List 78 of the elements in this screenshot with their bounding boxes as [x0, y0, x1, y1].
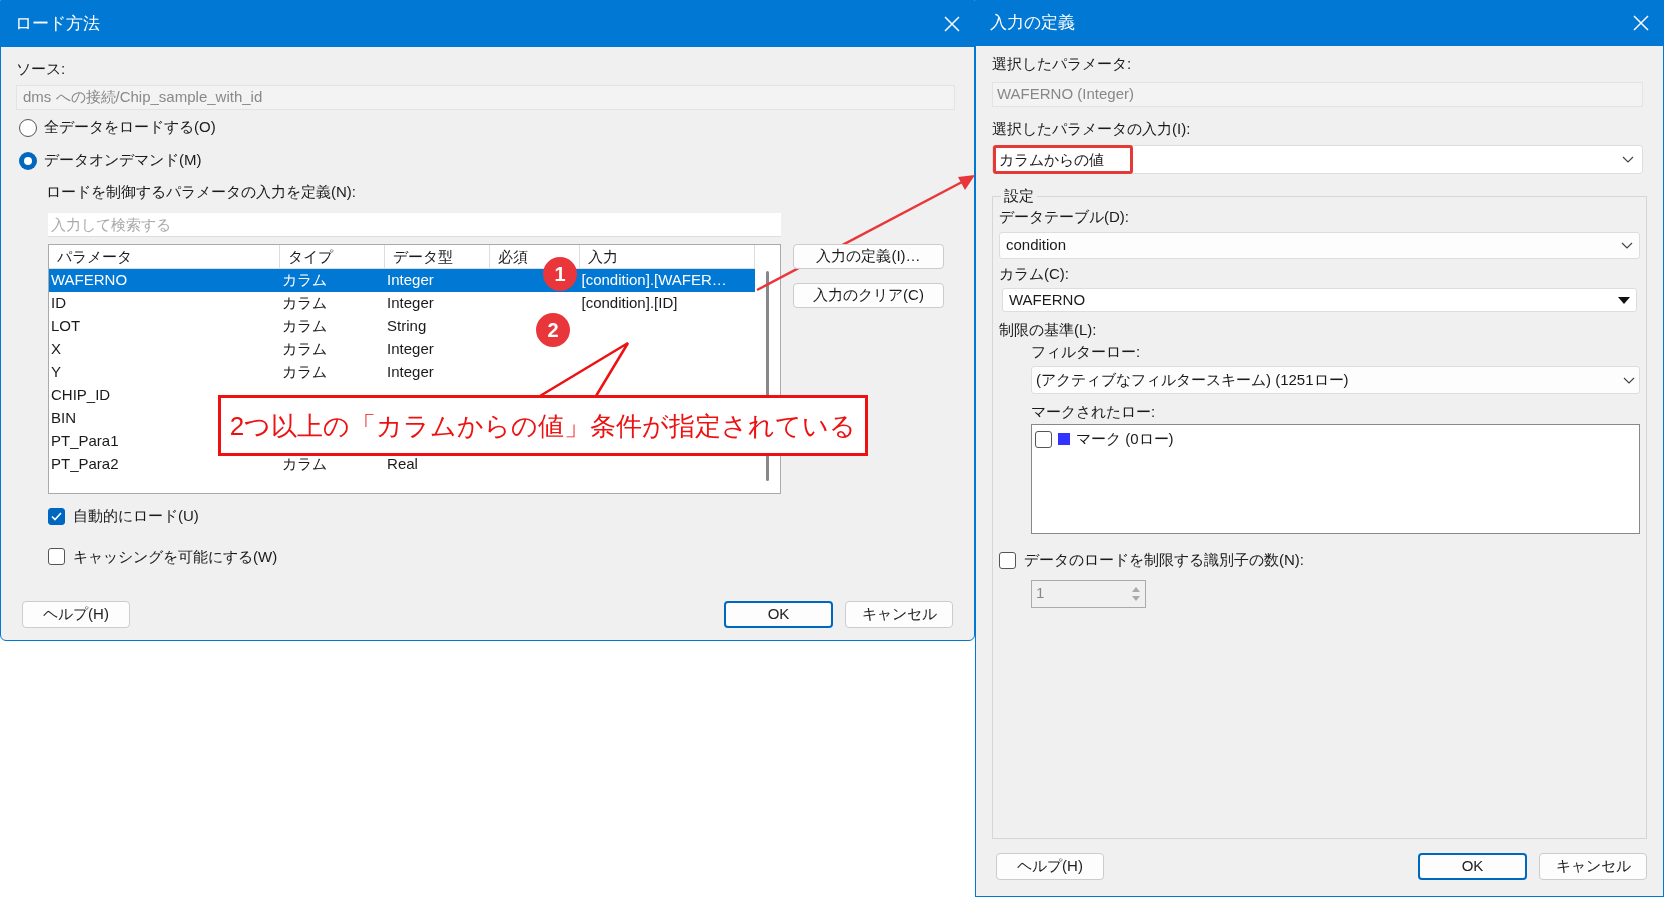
field-label: 制限の基準(L):	[999, 320, 1098, 340]
field-label: マークされたロー:	[1031, 402, 1157, 422]
chevron-down-icon	[1622, 156, 1634, 163]
side-button[interactable]: 入力の定義(I)…	[793, 244, 944, 269]
table-cell: カラム	[282, 271, 328, 289]
table-cell: カラム	[282, 294, 328, 312]
column-header[interactable]: データ型	[385, 245, 490, 268]
checkbox[interactable]	[48, 548, 65, 566]
data-table-dropdown[interactable]: condition	[999, 232, 1640, 259]
window-title: 入力の定義	[990, 12, 1075, 35]
table-cell: X	[51, 340, 61, 358]
table-cell: [condition].[ID]	[581, 294, 678, 312]
radio-button[interactable]	[19, 118, 37, 137]
column-dropdown[interactable]: WAFERNO	[1002, 288, 1637, 312]
filter-dropdown[interactable]: (アクティブなフィルタースキーム) (1251ロー)	[1031, 366, 1640, 394]
column-header[interactable]: パラメータ	[49, 245, 281, 268]
table-cell: String	[387, 317, 427, 335]
dropdown-value: condition	[1006, 235, 1067, 256]
table-cell: LOT	[51, 317, 81, 335]
table-cell: WAFERNO	[51, 271, 128, 289]
field-label: カラム(C):	[999, 264, 1070, 284]
checkbox[interactable]	[1035, 430, 1052, 448]
table-cell: Integer	[387, 340, 434, 358]
table-cell: Integer	[387, 271, 434, 289]
side-button[interactable]: 入力のクリア(C)	[793, 283, 944, 308]
dialog-button[interactable]: キャンセル	[1539, 853, 1647, 880]
ok-button[interactable]: OK	[1418, 853, 1527, 880]
radio-button[interactable]	[19, 151, 37, 170]
row-highlight[interactable]	[49, 269, 755, 292]
checkbox-label: キャッシングを可能にする(W)	[73, 546, 278, 567]
check-icon	[51, 511, 62, 521]
column-header[interactable]: タイプ	[280, 245, 386, 268]
table-cell: BIN	[51, 409, 76, 427]
field-label: フィルターロー:	[1031, 342, 1142, 362]
table-cell: [condition].[WAFER…	[581, 271, 727, 289]
mark-label: マーク (0ロー)	[1076, 429, 1174, 449]
source-field: dms への接続/Chip_sample_with_id	[16, 85, 955, 110]
table-cell: ID	[51, 294, 66, 312]
dropdown-value: カラムからの値	[993, 145, 1133, 174]
close-icon[interactable]	[1633, 15, 1649, 31]
field-label: ロードを制御するパラメータの入力を定義(N):	[46, 182, 357, 202]
table-cell: PT_Para1	[51, 432, 119, 450]
column-header[interactable]: 入力	[579, 245, 755, 268]
table-cell: Integer	[387, 294, 434, 312]
dialog-button[interactable]: キャンセル	[845, 601, 953, 628]
checkbox-label: データのロードを制限する識別子の数(N):	[1024, 550, 1304, 570]
field-label: 選択したパラメータ:	[992, 54, 1133, 74]
field-label: 選択したパラメータの入力(I):	[992, 119, 1192, 139]
table-cell: CHIP_ID	[51, 386, 111, 404]
dropdown-value: WAFERNO	[1009, 289, 1086, 310]
field-label: ソース:	[16, 59, 67, 79]
field-label: データテーブル(D):	[999, 207, 1130, 227]
table-cell: カラム	[282, 363, 328, 381]
table-cell: カラム	[282, 317, 328, 335]
radio-label: 全データをロードする(O)	[44, 117, 216, 138]
table-cell: Y	[51, 363, 61, 381]
radio-label: データオンデマンド(M)	[44, 150, 202, 171]
checkbox[interactable]	[999, 551, 1016, 569]
input-dropdown[interactable]: カラムからの値	[992, 145, 1643, 174]
checkbox[interactable]	[48, 507, 65, 525]
caret-down-icon	[1618, 296, 1630, 304]
dropdown-value: (アクティブなフィルタースキーム) (1251ロー)	[1036, 369, 1349, 390]
table-cell: カラム	[282, 340, 328, 358]
ok-button[interactable]: OK	[724, 601, 833, 628]
dialog-button[interactable]: ヘルプ(H)	[996, 853, 1104, 880]
close-icon[interactable]	[944, 16, 960, 32]
search-field[interactable]: 入力して検索する	[48, 213, 781, 237]
chevron-down-icon	[1623, 376, 1635, 384]
chevron-down-icon	[1621, 242, 1633, 249]
table-cell: PT_Para2	[51, 455, 119, 473]
parameter-field: WAFERNO (Integer)	[992, 82, 1643, 107]
spinner-value: 1	[1036, 583, 1045, 604]
table-cell: Real	[387, 455, 418, 473]
table-cell: カラム	[282, 455, 328, 473]
table-cell: Integer	[387, 363, 434, 381]
dialog-button[interactable]: ヘルプ(H)	[22, 601, 130, 628]
checkbox-label: 自動的にロード(U)	[73, 506, 199, 526]
window-title: ロード方法	[15, 13, 100, 36]
